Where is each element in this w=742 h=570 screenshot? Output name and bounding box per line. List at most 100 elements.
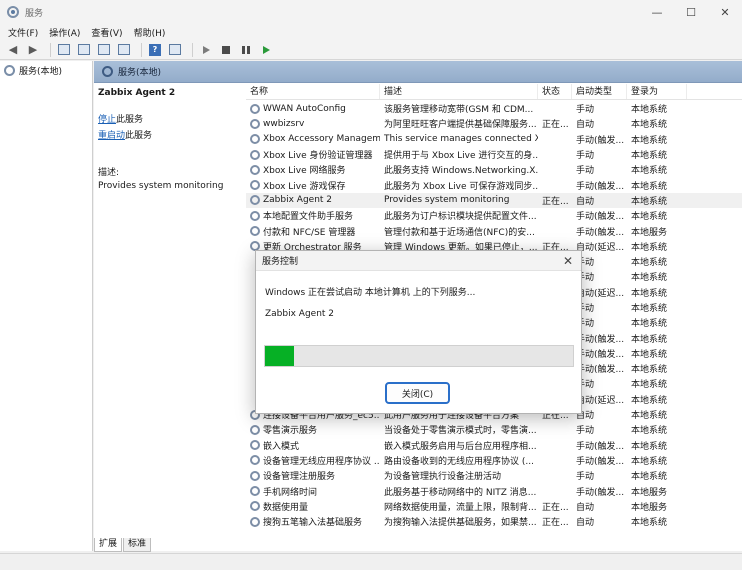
service-name-cell: Xbox Live 网络服务 [246,163,380,176]
services-gear-icon [102,66,113,77]
service-name-cell: Xbox Live 游戏保存 [246,179,380,192]
table-row[interactable]: Zabbix Agent 2 Provides system monitoring… [246,192,742,209]
column-header-logon[interactable]: 登录为 [627,84,687,99]
service-startup-cell: 手动 [576,151,595,162]
table-row[interactable]: 设备管理无线应用程序协议 ... 路由设备收到的无线应用程序协议 (... 手动(触… [246,453,742,468]
restart-service-icon[interactable] [258,42,274,58]
forward-arrow-icon[interactable]: ▶ [25,42,41,58]
service-logon-cell: 本地系统 [631,288,668,299]
tab-standard[interactable]: 标准 [123,538,152,552]
menu-action[interactable]: 操作(A) [49,26,80,39]
title-bar: 服务 — ☐ ✕ [0,0,742,24]
service-name-cell: wwbizsrv [246,118,380,129]
service-gear-icon [250,226,260,237]
service-gear-icon [250,455,260,466]
table-row[interactable]: 本地配置文件助手服务 此服务为订户标识模块提供配置文件... 手动(触发... 本地系… [246,208,742,223]
stop-service-icon[interactable] [218,42,234,58]
column-header-status[interactable]: 状态 [538,84,572,99]
service-logon-cell: 本地系统 [631,426,668,437]
start-service-icon[interactable] [198,42,214,58]
service-name: Zabbix Agent 2 [263,195,333,206]
column-header-startup-type[interactable]: 启动类型 [572,84,627,99]
service-startup-cell: 手动(触发... [576,441,625,452]
table-row[interactable]: WWAN AutoConfig 该服务管理移动宽带(GSM 和 CDM... 手动 本… [246,101,742,116]
table-row[interactable]: 嵌入模式 嵌入模式服务启用与后台应用程序相... 手动(触发... 本地系统 [246,438,742,453]
table-row[interactable]: 手机网络时间 此服务基于移动网络中的 NITZ 消息... 手动(触发... 本地服务 [246,483,742,498]
service-gear-icon [250,516,260,527]
service-name: 设备管理注册服务 [263,472,336,483]
service-name-cell: Zabbix Agent 2 [246,195,380,206]
restart-line: 重启动此服务 [98,128,240,141]
column-header-name[interactable]: 名称 [246,84,380,99]
dialog-message: Windows 正在尝试启动 本地计算机 上的下列服务... [265,288,476,298]
close-button[interactable]: 关闭(C) [385,382,450,404]
properties-icon[interactable] [76,42,92,58]
description-text: Provides system monitoring [98,181,224,191]
table-row[interactable]: Xbox Accessory Managem... This service ma… [246,132,742,147]
table-row[interactable]: 搜狗五笔输入法基础服务 为搜狗输入法提供基础服务，如果禁... 正在... 自动 本地系… [246,514,742,529]
tree-item-services-local[interactable]: 服务(本地) [0,61,92,80]
service-logon-cell: 本地系统 [631,258,668,269]
restart-service-link[interactable]: 重启动 [98,131,125,141]
menu-view[interactable]: 查看(V) [91,26,122,39]
table-row[interactable]: Xbox Live 网络服务 此服务支持 Windows.Networking.X… [246,162,742,177]
pause-service-icon[interactable] [238,42,254,58]
service-gear-icon [250,486,260,497]
progress-fill [265,346,295,366]
table-row[interactable]: 数据使用量 网络数据使用量，流量上限，限制背... 正在... 自动 本地服务 [246,499,742,514]
service-name-cell: 手机网络时间 [246,485,380,498]
service-gear-icon [250,440,260,451]
service-name: wwbizsrv [263,118,305,129]
table-row[interactable]: wwbizsrv 为阿里旺旺客户端提供基础保障服务... 正在... 自动 本地系统 [246,116,742,131]
help-icon[interactable]: ? [147,42,163,58]
tab-extended[interactable]: 扩展 [94,538,123,552]
service-name-cell: Xbox Live 身份验证管理器 [246,148,380,161]
service-name: 搜狗五笔输入法基础服务 [263,518,363,529]
dialog-title-bar: 服务控制 [256,251,581,271]
service-startup-cell: 手动(触发... [576,212,625,223]
stop-service-link[interactable]: 停止 [98,115,116,125]
menu-file[interactable]: 文件(F) [8,26,38,39]
progress-bar [264,345,574,367]
service-logon-cell: 本地系统 [631,196,668,207]
service-logon-cell: 本地系统 [631,518,668,529]
service-desc-cell: 为设备管理执行设备注册活动 [384,472,502,483]
service-desc-cell: 路由设备收到的无线应用程序协议 (... [384,456,534,467]
table-row[interactable]: 付款和 NFC/SE 管理器 管理付款和基于近场通信(NFC)的安... 手动(触发… [246,223,742,238]
close-icon[interactable]: ✕ [563,254,573,268]
show-hide-icon[interactable] [167,42,183,58]
service-startup-cell: 手动 [576,426,595,437]
service-name-cell: 搜狗五笔输入法基础服务 [246,515,380,528]
service-logon-cell: 本地系统 [631,120,668,131]
service-logon-cell: 本地服务 [631,487,668,498]
service-name-cell: WWAN AutoConfig [246,103,380,114]
table-row[interactable]: 设备管理注册服务 为设备管理执行设备注册活动 手动 本地系统 [246,468,742,483]
minimize-button[interactable]: — [640,0,674,24]
stop-line: 停止此服务 [98,112,240,125]
table-row[interactable]: 零售演示服务 当设备处于零售演示模式时，零售演... 手动 本地系统 [246,422,742,437]
service-logon-cell: 本地系统 [631,304,668,314]
back-arrow-icon[interactable]: ◀ [5,42,21,58]
service-logon-cell: 本地系统 [631,105,668,116]
service-gear-icon [250,164,260,175]
service-logon-cell: 本地系统 [631,135,668,146]
service-gear-icon [250,210,260,221]
table-row[interactable]: Xbox Live 身份验证管理器 提供用于与 Xbox Live 进行交互的身.… [246,147,742,162]
menu-help[interactable]: 帮助(H) [134,26,166,39]
close-window-button[interactable]: ✕ [708,0,742,24]
console-tree-icon[interactable] [56,42,72,58]
refresh-icon[interactable] [96,42,112,58]
dialog-title: 服务控制 [262,257,299,267]
service-startup-cell: 手动(触发... [576,135,625,146]
service-logon-cell: 本地系统 [631,242,668,253]
service-logon-cell: 本地系统 [631,456,668,467]
service-desc-cell: 管理付款和基于近场通信(NFC)的安... [384,227,535,238]
service-startup-cell: 手动 [576,105,595,116]
service-desc-cell: 该服务管理移动宽带(GSM 和 CDM... [384,105,534,116]
maximize-button[interactable]: ☐ [674,0,708,24]
service-gear-icon [250,180,260,191]
export-list-icon[interactable] [116,42,132,58]
services-app-icon [7,6,19,18]
column-header-description[interactable]: 描述 [380,84,538,99]
table-row[interactable]: Xbox Live 游戏保存 此服务为 Xbox Live 可保存游戏同步... 手… [246,177,742,192]
